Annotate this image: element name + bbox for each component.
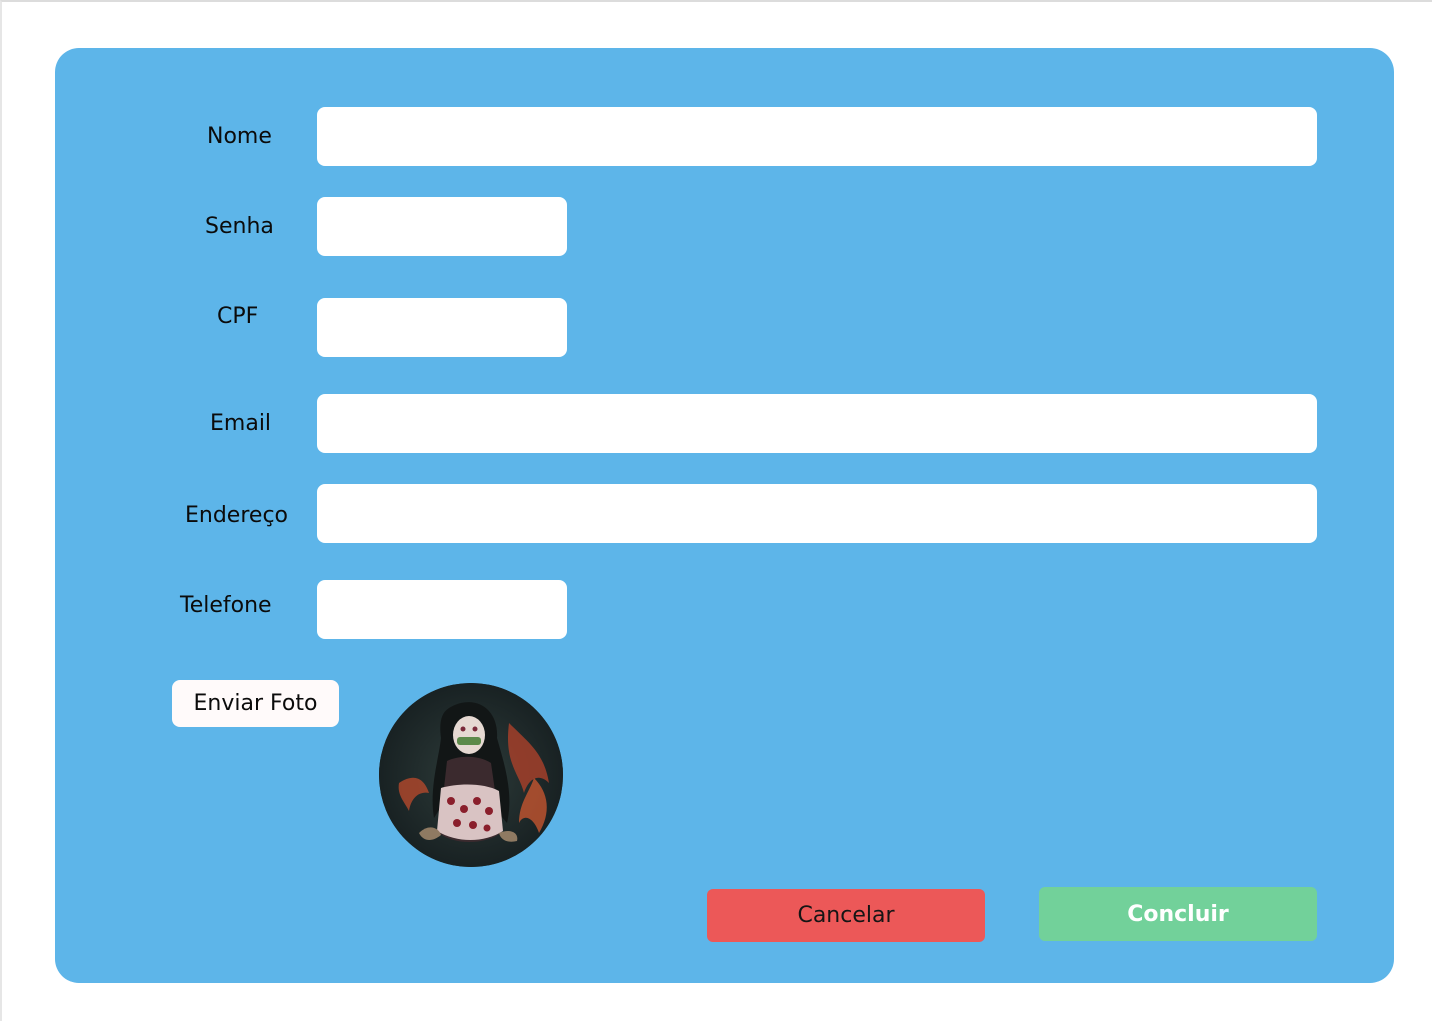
telefone-input[interactable] xyxy=(317,580,567,639)
page-frame: Nome Senha CPF Email Endereço Telefone E… xyxy=(0,0,1432,1021)
profile-photo-avatar xyxy=(379,683,563,867)
nome-input[interactable] xyxy=(317,107,1317,166)
senha-label: Senha xyxy=(205,214,274,239)
email-input[interactable] xyxy=(317,394,1317,453)
email-label: Email xyxy=(210,411,272,436)
submit-button[interactable]: Concluir xyxy=(1039,887,1317,941)
upload-photo-button[interactable]: Enviar Foto xyxy=(172,680,339,727)
senha-input[interactable] xyxy=(317,197,567,256)
endereco-label: Endereço xyxy=(185,503,288,528)
endereco-input[interactable] xyxy=(317,484,1317,543)
cpf-label: CPF xyxy=(217,304,259,329)
avatar-image xyxy=(379,683,563,867)
nome-label: Nome xyxy=(207,124,272,149)
cancel-button[interactable]: Cancelar xyxy=(707,889,985,942)
telefone-label: Telefone xyxy=(180,593,272,618)
cpf-input[interactable] xyxy=(317,298,567,357)
registration-card: Nome Senha CPF Email Endereço Telefone E… xyxy=(55,48,1394,983)
